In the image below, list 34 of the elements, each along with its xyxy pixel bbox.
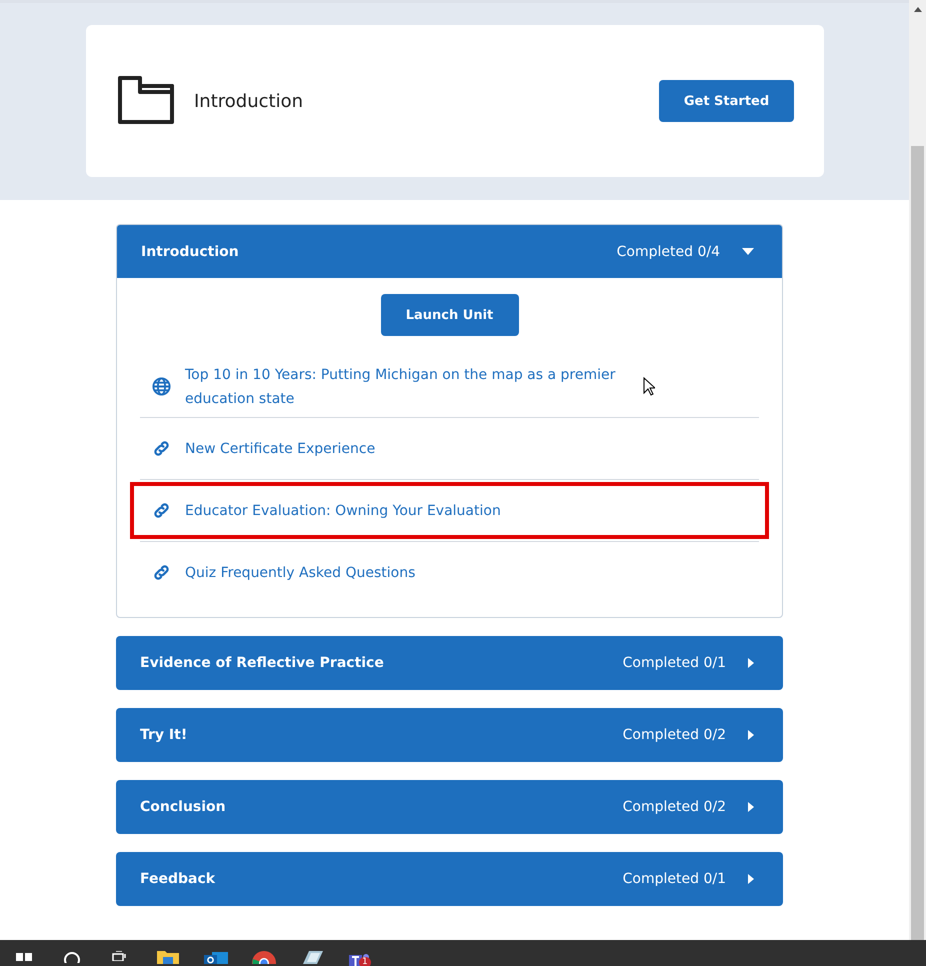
scrollbar[interactable] (909, 0, 926, 940)
notes-app-icon[interactable] (301, 951, 323, 964)
unit-title: Introduction (194, 90, 304, 112)
task-view-icon[interactable] (112, 951, 128, 961)
caret-down-icon (742, 248, 754, 256)
caret-right-icon (748, 874, 755, 884)
caret-right-icon (748, 730, 755, 740)
browser-icon[interactable] (252, 951, 276, 964)
section-header[interactable]: Conclusion Completed 0/2 (116, 780, 783, 834)
mouse-pointer-icon (643, 377, 655, 396)
activity-link[interactable]: Educator Evaluation: Owning Your Evaluation (185, 498, 501, 522)
link-icon (152, 563, 171, 582)
section-header[interactable]: Try It! Completed 0/2 (116, 708, 783, 762)
get-started-button[interactable]: Get Started (659, 80, 794, 122)
folder-icon (116, 76, 176, 126)
section-header[interactable]: Feedback Completed 0/1 (116, 852, 783, 906)
activity-link[interactable]: Quiz Frequently Asked Questions (185, 560, 416, 584)
scroll-up-icon[interactable] (914, 7, 922, 12)
search-icon[interactable] (63, 951, 81, 963)
activity-link[interactable]: New Certificate Experience (185, 436, 376, 460)
notification-badge: 1 (359, 957, 371, 966)
section-header[interactable]: Evidence of Reflective Practice Completed 0/1 (116, 636, 783, 690)
launch-unit-button[interactable]: Launch Unit (380, 294, 518, 336)
scrollbar-thumb[interactable] (911, 146, 924, 940)
activity-link[interactable]: Top 10 in 10 Years: Putting Michigan on the map as a premier education state (185, 362, 625, 410)
section-header[interactable]: Introduction Completed 0/4 (117, 225, 782, 278)
caret-right-icon (748, 658, 755, 668)
windows-icon[interactable] (16, 951, 32, 961)
caret-right-icon (748, 802, 755, 812)
mail-app-icon[interactable] (204, 951, 228, 964)
link-icon (152, 439, 171, 458)
folder-icon[interactable] (157, 951, 179, 964)
globe-icon (152, 377, 171, 396)
link-icon (152, 501, 171, 520)
